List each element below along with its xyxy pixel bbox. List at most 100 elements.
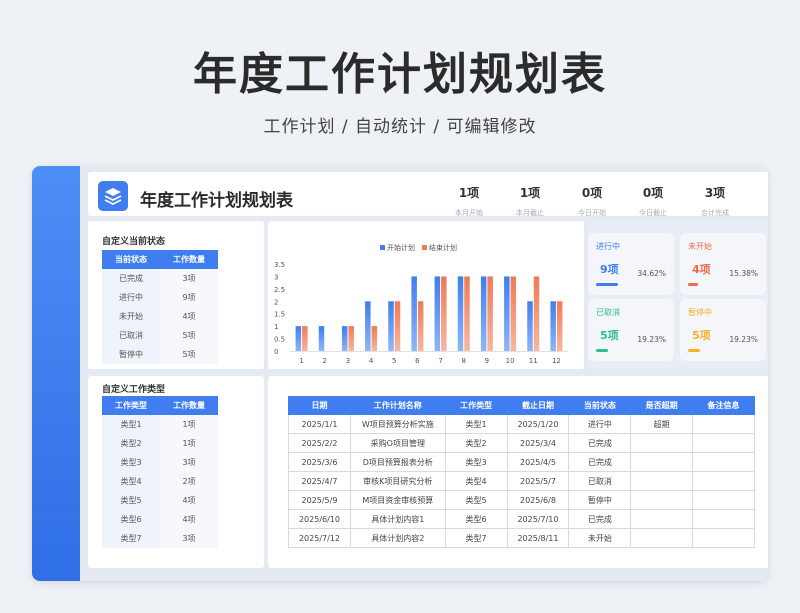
table-cell[interactable]: 类型7 [444, 528, 508, 548]
table-cell[interactable]: 审核K项目研究分析 [349, 471, 446, 491]
table-cell: 2项 [160, 472, 218, 491]
layers-icon [98, 181, 128, 211]
table-cell: 类型4 [102, 472, 160, 491]
table-cell[interactable]: 2025/5/7 [506, 471, 570, 491]
table-cell[interactable] [692, 490, 755, 510]
table-cell[interactable] [692, 433, 755, 453]
table-cell[interactable]: 类型4 [444, 471, 508, 491]
table-cell[interactable] [630, 452, 694, 472]
table-cell[interactable]: 2025/5/9 [288, 490, 351, 510]
table-cell[interactable]: D项目预算报表分析 [349, 452, 446, 472]
table-cell[interactable] [692, 471, 755, 491]
kpi-value: 1项 [458, 186, 480, 200]
table-cell[interactable]: 已完成 [568, 452, 632, 472]
stat-value: 4项 [692, 263, 711, 276]
x-tick-label: 10 [506, 357, 515, 365]
table-cell[interactable]: 超期 [630, 414, 694, 434]
table-cell[interactable]: 2025/8/11 [506, 528, 570, 548]
table-cell[interactable]: 2025/4/7 [288, 471, 351, 491]
table-row: 类型5 4项 [102, 491, 218, 510]
column-header: 工作数量 [160, 396, 218, 415]
stat-title: 未开始 [688, 242, 712, 251]
kpi-month-end: 1项 本月截止 [500, 184, 560, 218]
table-cell[interactable]: 2025/4/5 [506, 452, 570, 472]
table-cell[interactable] [630, 490, 694, 510]
stat-value: 9项 [600, 263, 619, 276]
stat-percent: 19.23% [637, 335, 666, 344]
table-cell[interactable]: 2025/1/20 [506, 414, 570, 434]
page-title: 年度工作计划规划表 [193, 49, 607, 100]
x-tick-label: 3 [346, 357, 350, 365]
x-tick-label: 12 [552, 357, 561, 365]
table-cell[interactable] [692, 414, 755, 434]
table-cell[interactable]: 2025/3/6 [288, 452, 351, 472]
column-header: 备注信息 [692, 396, 755, 415]
x-tick-label: 4 [369, 357, 374, 365]
table-cell[interactable]: 已完成 [568, 509, 632, 529]
type-table: 工作类型 工作数量 类型1 1项 类型2 1项 类型3 3项 类型4 2项 类型5 4项 … [102, 396, 218, 548]
table-cell[interactable]: 2025/7/10 [506, 509, 570, 529]
table-cell[interactable] [630, 528, 694, 548]
table-row: 未开始 4项 [102, 307, 218, 326]
kpi-label: 今日开始 [578, 209, 606, 217]
bar-start [504, 276, 510, 351]
status-table: 当前状态 工作数量 已完成 3项 进行中 9项 未开始 4项 已取消 5项 暂停中 5项 [102, 250, 218, 364]
table-cell[interactable] [692, 452, 755, 472]
status-section-label: 自定义当前状态 [102, 237, 166, 247]
table-cell: 未开始 [102, 307, 160, 326]
table-cell[interactable]: 类型1 [444, 414, 508, 434]
table-cell[interactable]: 类型3 [444, 452, 508, 472]
table-cell[interactable]: W项目预算分析实施 [349, 414, 446, 434]
table-row: 已取消 5项 [102, 326, 218, 345]
table-cell[interactable]: 进行中 [568, 414, 632, 434]
table-cell[interactable] [692, 509, 755, 529]
bar-start [411, 276, 417, 351]
table-cell[interactable]: 已完成 [568, 433, 632, 453]
kpi-label: 合计完成 [701, 209, 729, 217]
stat-title: 暂停中 [688, 308, 712, 317]
table-cell[interactable]: 类型6 [444, 509, 508, 529]
table-cell[interactable] [630, 471, 694, 491]
legend-label: 结束计划 [429, 243, 457, 252]
table-row: 进行中 9项 [102, 288, 218, 307]
table-cell[interactable]: 2025/6/8 [506, 490, 570, 510]
table-cell[interactable] [692, 528, 755, 548]
stat-progress-bar [688, 283, 698, 286]
table-cell[interactable]: 具体计划内容2 [349, 528, 446, 548]
table-cell: 3项 [160, 529, 218, 548]
table-cell: 类型6 [102, 510, 160, 529]
table-cell[interactable]: 采购O项目管理 [349, 433, 446, 453]
table-cell[interactable]: 2025/1/1 [288, 414, 351, 434]
x-tick-label: 2 [323, 357, 327, 365]
table-cell[interactable]: 2025/2/2 [288, 433, 351, 453]
table-cell[interactable]: 类型2 [444, 433, 508, 453]
table-cell[interactable]: 2025/7/12 [288, 528, 351, 548]
table-cell[interactable]: 具体计划内容1 [349, 509, 446, 529]
kpi-value: 1项 [519, 186, 541, 200]
table-cell[interactable]: M项目资金审核预算 [349, 490, 446, 510]
table-cell: 5项 [160, 326, 218, 345]
table-cell[interactable]: 已取消 [568, 471, 632, 491]
table-cell[interactable]: 2025/3/4 [506, 433, 570, 453]
column-header: 当前状态 [568, 396, 632, 415]
bar-chart: 00.511.522.533.51 2 3 4 5 6 7 8 9 10 11 12开始计划 结束计划 [274, 243, 568, 365]
table-cell: 已完成 [102, 269, 160, 288]
table-cell[interactable] [630, 509, 694, 529]
bar-end [417, 301, 424, 351]
stat-title: 进行中 [596, 242, 620, 251]
kpi-value: 3项 [704, 186, 726, 200]
table-cell[interactable]: 2025/6/10 [288, 509, 351, 529]
bar-start [388, 301, 394, 351]
table-row: 类型3 3项 [102, 453, 218, 472]
table-cell: 类型2 [102, 434, 160, 453]
x-tick-label: 7 [438, 357, 442, 365]
table-cell: 9项 [160, 288, 218, 307]
table-cell[interactable]: 未开始 [568, 528, 632, 548]
table-cell[interactable]: 类型5 [444, 490, 508, 510]
table-row: 2025/5/9 M项目资金审核预算 类型5 2025/6/8 暂停中 [288, 490, 755, 510]
kpi-today-start: 0项 今日开始 [562, 184, 622, 218]
table-cell: 类型5 [102, 491, 160, 510]
table-cell[interactable] [630, 433, 694, 453]
page-subtitle: 工作计划 / 自动统计 / 可编辑修改 [263, 117, 537, 137]
table-cell[interactable]: 暂停中 [568, 490, 632, 510]
